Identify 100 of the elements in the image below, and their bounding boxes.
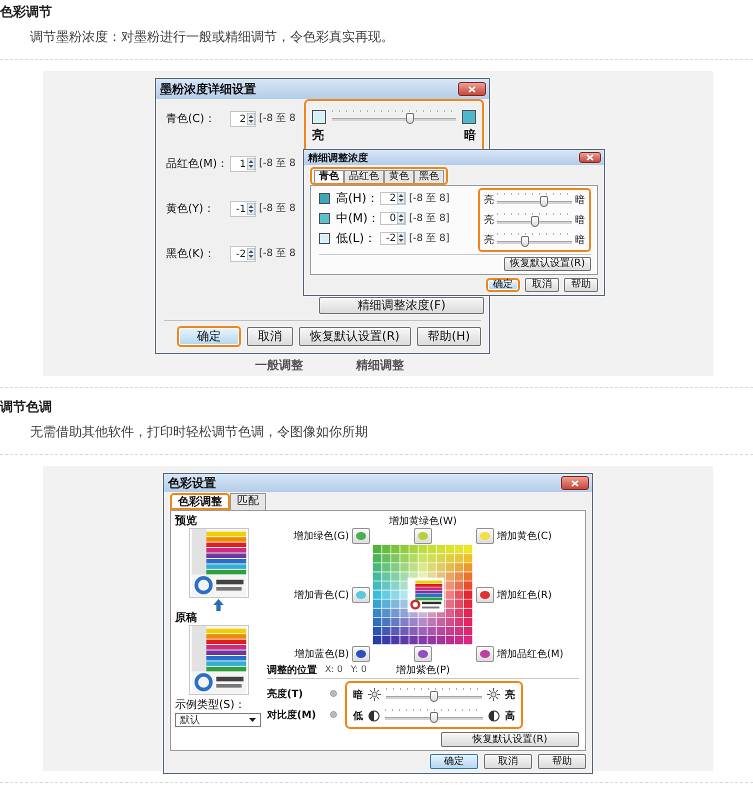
spin-icon[interactable] xyxy=(397,232,405,244)
dialog-button[interactable]: 帮助 xyxy=(538,754,586,769)
slider-label: 低 xyxy=(353,710,363,722)
color-swatch xyxy=(462,110,476,124)
color-button[interactable] xyxy=(352,646,370,662)
contrast-icon xyxy=(488,710,500,722)
slider-thumb[interactable] xyxy=(406,113,414,124)
field-label: 黄色(Y)： xyxy=(166,201,216,217)
position-value: Y: 0 xyxy=(350,664,367,674)
dialog-button[interactable]: 恢复默认设置(R) xyxy=(441,732,579,747)
tab[interactable]: 青色 xyxy=(314,170,344,183)
slider-label: 亮 xyxy=(505,688,515,702)
slider-thumb[interactable] xyxy=(540,196,548,207)
field-label: 低(L)： xyxy=(336,230,378,246)
field-label: 品红色(M)： xyxy=(166,156,230,172)
button-label: 增加青色(C) xyxy=(294,588,349,602)
range-label: [-8 至 8] xyxy=(409,192,450,205)
range-label: [-8 至 8] xyxy=(409,212,450,225)
slider-label: 对比度(M) xyxy=(267,708,316,722)
tab[interactable]: 黑色 xyxy=(414,170,444,183)
section-description: 无需借助其他软件，打印时轻松调节色调，令图像如你所期 xyxy=(29,424,369,442)
close-button[interactable] xyxy=(561,476,589,490)
section-heading: 调节色调 xyxy=(0,399,53,417)
tab[interactable]: 品红色 xyxy=(344,170,384,183)
color-button[interactable] xyxy=(352,587,370,603)
preview-label: 预览 xyxy=(175,514,197,527)
dialog-button[interactable]: 确定 xyxy=(486,278,520,292)
color-button[interactable] xyxy=(414,646,432,662)
tab[interactable]: 匹配 xyxy=(230,493,266,510)
slider-thumb[interactable] xyxy=(530,216,538,227)
slider-thumb[interactable] xyxy=(430,712,438,722)
color-grid-drawing[interactable] xyxy=(373,545,473,645)
position-label: 调整的位置 xyxy=(267,664,317,676)
color-button[interactable] xyxy=(476,587,494,603)
close-icon xyxy=(571,480,579,486)
spin-icon[interactable] xyxy=(247,203,255,215)
dot-icon xyxy=(330,690,337,697)
button-label: 增加绿色(G) xyxy=(293,530,349,543)
dialog-button[interactable]: 取消 xyxy=(246,327,293,346)
number-field[interactable]: 1 xyxy=(230,156,256,172)
caption: 精细调整 xyxy=(356,357,404,374)
dialog-button[interactable]: 确定 xyxy=(176,326,241,347)
dialog-button[interactable]: 取消 xyxy=(525,278,559,292)
number-field[interactable]: -1 xyxy=(230,201,256,217)
close-button[interactable] xyxy=(458,82,486,96)
dialog-button[interactable]: 帮助 xyxy=(564,278,598,292)
spin-icon[interactable] xyxy=(247,113,255,125)
position-value: X: 0 xyxy=(325,664,343,674)
original-label: 原稿 xyxy=(175,611,197,624)
tab[interactable]: 色彩调整 xyxy=(170,493,230,510)
button-label: 增加蓝色(B) xyxy=(294,648,349,661)
section-description: 调节墨粉浓度：对墨粉进行一般或精细调节，令色彩真实再现。 xyxy=(29,29,395,47)
caption: 一般调整 xyxy=(255,357,303,374)
slider-label: 暗 xyxy=(575,194,585,207)
color-button[interactable] xyxy=(352,528,370,544)
close-icon xyxy=(586,154,594,161)
spin-icon[interactable] xyxy=(247,158,255,170)
button-label: 增加黄色(C) xyxy=(497,530,552,543)
slider-thumb[interactable] xyxy=(430,690,438,702)
contrast-icon xyxy=(368,710,380,722)
number-field[interactable]: 2 xyxy=(230,111,256,127)
dialog-button[interactable]: 精细调整浓度(F) xyxy=(319,297,484,314)
section-heading: 色彩调节 xyxy=(0,4,53,22)
field-label: 黑色(K)： xyxy=(166,246,216,262)
spin-icon[interactable] xyxy=(397,212,405,224)
slider-label: 暗 xyxy=(464,127,476,144)
button-label: 增加紫色(P) xyxy=(396,664,450,676)
dropdown[interactable]: 默认 xyxy=(175,713,261,727)
dialog-button[interactable]: 恢复默认设置(R) xyxy=(298,327,411,346)
number-field[interactable]: -2 xyxy=(380,232,406,244)
button-label: 增加红色(R) xyxy=(497,588,552,602)
color-button[interactable] xyxy=(476,528,494,544)
dialog-button[interactable]: 恢复默认设置(R) xyxy=(504,257,591,271)
spin-icon[interactable] xyxy=(397,192,405,204)
number-field[interactable]: 0 xyxy=(380,212,406,224)
color-button[interactable] xyxy=(476,646,494,662)
slider-label: 暗 xyxy=(353,688,363,702)
dialog-button[interactable]: 帮助(H) xyxy=(416,327,481,346)
slider-label: 暗 xyxy=(575,234,585,247)
dialog-button[interactable]: 确定 xyxy=(430,754,478,769)
range-label: [-8 至 8 xyxy=(259,157,296,171)
spin-icon[interactable] xyxy=(247,248,255,260)
range-label: [-8 至 8 xyxy=(259,247,296,261)
window-title: 墨粉浓度详细设置 xyxy=(160,80,256,98)
dialog-button[interactable]: 取消 xyxy=(484,754,532,769)
dot-icon xyxy=(330,711,337,718)
color-swatch xyxy=(312,110,326,124)
slider-thumb[interactable] xyxy=(521,236,530,247)
slider-label: 亮 xyxy=(484,194,494,207)
field-label: 示例类型(S)： xyxy=(175,698,246,711)
number-field[interactable]: -2 xyxy=(230,246,256,262)
tab[interactable]: 黄色 xyxy=(384,170,414,183)
slider-label: 亮度(T) xyxy=(267,687,303,700)
color-button[interactable] xyxy=(414,528,432,544)
range-label: [-8 至 8] xyxy=(409,232,450,245)
number-field[interactable]: 2 xyxy=(380,192,406,204)
slider-label: 亮 xyxy=(312,127,324,144)
close-button[interactable] xyxy=(579,152,601,163)
slider-label: 暗 xyxy=(575,214,585,227)
button-label: 增加黄绿色(W) xyxy=(389,514,457,528)
